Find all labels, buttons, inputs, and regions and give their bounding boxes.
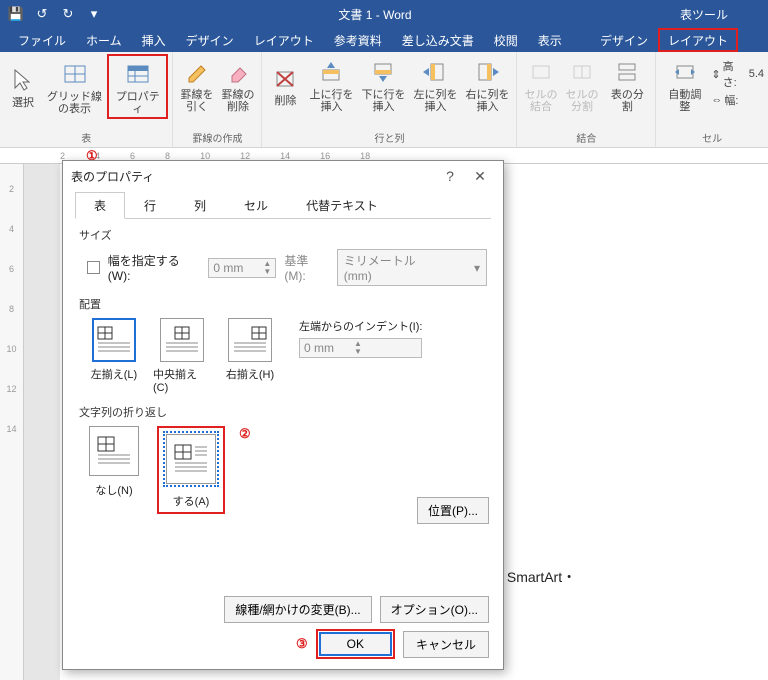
insert-col-right-button[interactable]: 右に列を 挿入: [462, 54, 512, 115]
width-label: 幅を指定する(W):: [108, 252, 201, 283]
dialog-titlebar: 表のプロパティ ? ✕: [63, 161, 503, 191]
pencil-icon: [183, 58, 211, 86]
insert-col-left-button[interactable]: 左に列を 挿入: [410, 54, 460, 115]
indent-input[interactable]: [300, 339, 350, 357]
tab-insert[interactable]: 挿入: [132, 28, 176, 52]
dialog-tab-row[interactable]: 行: [125, 192, 175, 219]
tab-design[interactable]: デザイン: [176, 28, 244, 52]
ok-highlight: OK: [316, 629, 395, 659]
table-properties-dialog: 表のプロパティ ? ✕ 表 行 列 セル 代替テキスト サイズ 幅を指定する(W…: [62, 160, 504, 670]
delete-button[interactable]: 削除: [266, 54, 304, 115]
align-center-option[interactable]: 中央揃え(C): [153, 318, 211, 394]
ribbon-tabs: ファイル ホーム 挿入 デザイン レイアウト 参考資料 差し込み文書 校閲 表示…: [0, 28, 768, 52]
ribbon-group-merge: セルの 結合 セルの 分割 表の分割 結合: [517, 52, 656, 147]
height-icon: ⇕: [711, 68, 720, 81]
indent-spinner[interactable]: ▲▼: [299, 338, 422, 358]
align-right-option[interactable]: 右揃え(H): [221, 318, 279, 382]
merge-cells-button: セルの 結合: [521, 54, 560, 115]
dialog-tab-cell[interactable]: セル: [225, 192, 287, 219]
eraser-icon: [224, 58, 252, 86]
autofit-icon: [671, 58, 699, 86]
tab-table-layout[interactable]: レイアウト: [658, 28, 738, 52]
ribbon-group-cellsize: 自動調整 ⇕ 高さ: 5.4 ⇔ 幅: セル: [656, 52, 768, 147]
width-input: [209, 259, 259, 277]
contextual-tab-title: 表ツール: [640, 6, 768, 23]
properties-button[interactable]: プロパティ: [107, 54, 168, 119]
wrap-none-option[interactable]: なし(N): [85, 426, 143, 498]
dialog-tab-alttext[interactable]: 代替テキスト: [287, 192, 397, 219]
width-checkbox[interactable]: [87, 261, 100, 274]
help-button[interactable]: ?: [435, 168, 465, 184]
merge-icon: [527, 58, 555, 86]
split-table-button[interactable]: 表の分割: [603, 54, 651, 115]
width-icon: ⇔: [711, 94, 722, 106]
window-title: 文書 1 - Word: [110, 6, 640, 23]
split-table-icon: [613, 58, 641, 86]
close-button[interactable]: ✕: [465, 168, 495, 185]
tab-table-design[interactable]: デザイン: [590, 28, 658, 52]
wrap-around-option[interactable]: する(A): [162, 431, 220, 509]
tab-layout[interactable]: レイアウト: [244, 28, 324, 52]
save-icon[interactable]: 💾: [4, 2, 28, 26]
dialog-tab-table[interactable]: 表: [75, 192, 125, 219]
select-button[interactable]: 選択: [4, 54, 42, 119]
wrap-around-icon: [171, 441, 211, 477]
delete-icon: [271, 64, 299, 92]
borders-button[interactable]: 線種/網かけの変更(B)...: [224, 596, 371, 623]
options-button[interactable]: オプション(O)...: [380, 596, 489, 623]
qat-more-icon[interactable]: ▾: [82, 2, 106, 26]
cancel-button[interactable]: キャンセル: [403, 631, 489, 658]
dialog-title: 表のプロパティ: [71, 168, 435, 185]
align-right-icon: [232, 325, 268, 355]
tab-file[interactable]: ファイル: [8, 28, 76, 52]
tab-references[interactable]: 参考資料: [324, 28, 392, 52]
title-bar: 💾 ↺ ↻ ▾ 文書 1 - Word 表ツール: [0, 0, 768, 28]
vertical-ruler: 2468101214: [0, 164, 24, 680]
ribbon: 選択 グリッド線 の表示 プロパティ 表 罫線を 引く 罫線の 削除 罫線の作成: [0, 52, 768, 148]
tab-review[interactable]: 校閲: [484, 28, 528, 52]
split-cells-button: セルの 分割: [562, 54, 601, 115]
insert-row-above-button[interactable]: 上に行を 挿入: [306, 54, 356, 115]
ok-button[interactable]: OK: [319, 632, 392, 656]
row-above-icon: [317, 58, 345, 86]
draw-border-button[interactable]: 罫線を 引く: [177, 54, 216, 115]
autofit-button[interactable]: 自動調整: [660, 54, 709, 115]
dialog-tabs: 表 行 列 セル 代替テキスト: [75, 191, 491, 219]
tab-mailings[interactable]: 差し込み文書: [392, 28, 484, 52]
tab-home[interactable]: ホーム: [76, 28, 132, 52]
align-left-icon: [96, 325, 132, 355]
row-below-icon: [369, 58, 397, 86]
quick-access-toolbar: 💾 ↺ ↻ ▾: [0, 2, 110, 26]
split-icon: [568, 58, 596, 86]
ribbon-group-table: 選択 グリッド線 の表示 プロパティ 表: [0, 52, 173, 147]
dialog-tab-column[interactable]: 列: [175, 192, 225, 219]
insert-row-below-button[interactable]: 下に行を 挿入: [358, 54, 408, 115]
gridlines-button[interactable]: グリッド線 の表示: [44, 54, 105, 119]
width-spinner: ▲▼: [208, 258, 276, 278]
grid-icon: [61, 60, 89, 88]
col-right-icon: [473, 58, 501, 86]
wrap-none-icon: [94, 433, 134, 469]
undo-icon[interactable]: ↺: [30, 2, 54, 26]
wrap-around-highlight: する(A): [157, 426, 225, 514]
redo-icon[interactable]: ↻: [56, 2, 80, 26]
height-value[interactable]: 5.4: [749, 68, 764, 80]
ribbon-group-rowcol: 削除 上に行を 挿入 下に行を 挿入 左に列を 挿入 右に列を 挿入 行と列: [262, 52, 517, 147]
alignment-group: 配置 左揃え(L) 中央揃え(C) 右揃え(H) 左端からのインデント(I):: [79, 296, 487, 394]
properties-icon: [124, 60, 152, 88]
col-left-icon: [421, 58, 449, 86]
size-group: サイズ 幅を指定する(W): ▲▼ 基準(M): ミリメートル (mm)▾: [79, 227, 487, 286]
position-button[interactable]: 位置(P)...: [417, 497, 489, 524]
annotation-3: ③: [296, 636, 308, 652]
tab-view[interactable]: 表示: [528, 28, 572, 52]
align-left-option[interactable]: 左揃え(L): [85, 318, 143, 382]
ribbon-group-draw: 罫線を 引く 罫線の 削除 罫線の作成: [173, 52, 262, 147]
eraser-button[interactable]: 罫線の 削除: [218, 54, 257, 115]
annotation-2: ②: [239, 426, 251, 442]
unit-combo: ミリメートル (mm)▾: [337, 249, 487, 286]
align-center-icon: [164, 325, 200, 355]
cursor-icon: [9, 66, 37, 94]
